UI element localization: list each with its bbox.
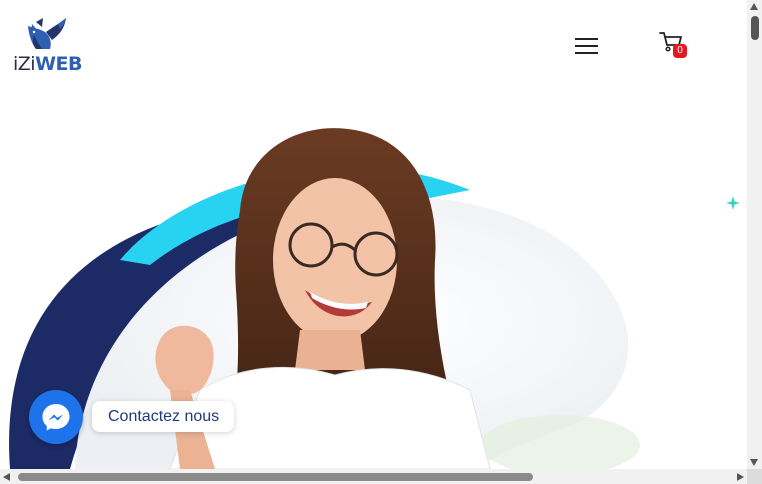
messenger-chat-button[interactable] (29, 390, 83, 444)
logo-text-izi: iZi (13, 53, 36, 75)
fox-mascot-icon (28, 18, 66, 49)
sparkle-icon (726, 196, 740, 210)
messenger-icon (42, 404, 70, 431)
vertical-scroll-thumb[interactable] (751, 16, 759, 40)
page-viewport: iZiWEB 0 Contactez nous (0, 0, 747, 469)
scroll-left-arrow-icon[interactable] (3, 473, 10, 481)
horizontal-scroll-thumb[interactable] (18, 473, 533, 481)
scroll-down-arrow-icon[interactable] (750, 459, 758, 466)
scrollbar-corner (747, 469, 762, 484)
cart-button[interactable]: 0 (658, 30, 692, 60)
logo-wordmark: iZiWEB (13, 53, 82, 75)
horizontal-scrollbar[interactable] (0, 469, 747, 484)
vertical-scrollbar[interactable] (747, 0, 762, 469)
izi-web-logo[interactable]: iZiWEB (12, 16, 82, 78)
scroll-up-arrow-icon[interactable] (750, 3, 758, 10)
contact-us-label[interactable]: Contactez nous (92, 401, 235, 432)
hamburger-menu-icon[interactable] (574, 36, 600, 56)
cart-count-badge: 0 (673, 44, 687, 58)
scroll-right-arrow-icon[interactable] (737, 473, 744, 481)
logo-text-web: WEB (35, 53, 82, 75)
